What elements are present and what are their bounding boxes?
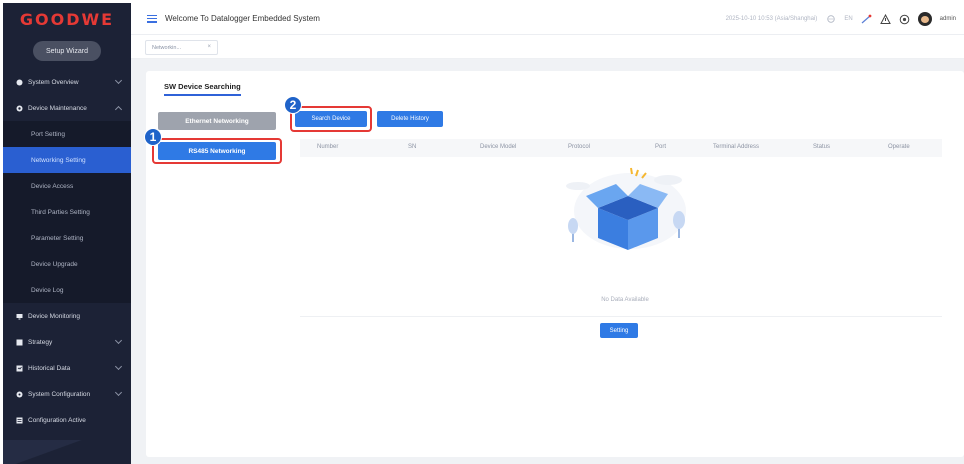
chevron-up-icon [114,105,123,114]
sidebar-item-label: Historical Data [28,364,71,372]
sidebar: GOODWE Setup Wizard System Overview Devi… [3,3,131,464]
sidebar-subitem-device-log[interactable]: Device Log [3,277,131,303]
gear-icon [16,105,23,112]
column-header-sn: SN [408,144,417,150]
language-label[interactable]: EN [844,16,852,22]
sidebar-item-system-overview[interactable]: System Overview [3,69,131,95]
settings-circle-icon[interactable] [899,14,910,25]
sidebar-item-label: Configuration Active [28,416,86,424]
sidebar-subitem-device-upgrade[interactable]: Device Upgrade [3,251,131,277]
sidebar-subitem-third-parties-setting[interactable]: Third Parties Setting [3,199,131,225]
column-header-port: Port [655,144,667,150]
header-right: 2025-10-10 10:53 (Asia/Shanghai) EN admi… [726,3,956,35]
chevron-down-icon [114,362,123,371]
sidebar-item-historical-data[interactable]: Historical Data [3,355,131,381]
step-badge-2: 2 [284,96,302,114]
signal-icon[interactable] [861,14,872,25]
overview-icon [16,79,23,86]
highlight-search [290,106,372,132]
sidebar-item-device-monitoring[interactable]: Device Monitoring [3,303,131,329]
history-icon [16,365,23,372]
sidebar-item-device-maintenance[interactable]: Device Maintenance [3,95,131,121]
sidebar-item-label: Strategy [28,338,53,346]
device-table-header: Number SN Device Model Protocol Port Ter… [300,139,942,157]
menu-toggle-icon[interactable] [147,14,157,23]
divider [300,316,942,317]
column-header-protocol: Protocol [568,144,591,150]
empty-box-illustration [566,167,686,250]
column-header-operate: Operate [888,144,910,150]
sidebar-item-configuration-active[interactable]: Configuration Active [3,407,131,433]
chevron-down-icon [114,336,123,345]
chevron-down-icon [114,388,123,397]
sidebar-subitem-port-setting[interactable]: Port Setting [3,121,131,147]
globe-icon[interactable] [825,14,836,25]
tab-networking[interactable]: Networkin... × [145,40,218,55]
sidebar-item-label: System Overview [28,78,79,86]
welcome-title: Welcome To Datalogger Embedded System [165,14,320,23]
sidebar-item-label: Device Maintenance [28,104,87,112]
chevron-down-icon [114,76,123,85]
delete-history-button[interactable]: Delete History [377,111,443,127]
tab-label: Networkin... [152,44,182,51]
settings-icon [16,391,23,398]
device-maintenance-submenu: Port Setting Networking Setting Device A… [3,121,131,303]
sidebar-item-system-configuration[interactable]: System Configuration [3,381,131,407]
avatar[interactable] [917,12,932,26]
setting-button[interactable]: Setting [600,323,638,338]
sidebar-item-label: Device Monitoring [28,312,81,320]
monitor-icon [16,313,23,320]
sidebar-footer-decoration [3,440,131,464]
column-header-terminal-address: Terminal Address [713,144,760,150]
config-active-icon [16,417,23,424]
column-header-number: Number [317,144,339,150]
sidebar-subitem-networking-setting[interactable]: Networking Setting [3,147,131,173]
goodwe-logo: GOODWE [19,9,115,29]
setup-wizard-button[interactable]: Setup Wizard [33,41,101,61]
strategy-icon [16,339,23,346]
ethernet-networking-button[interactable]: Ethernet Networking [158,112,276,130]
column-header-status: Status [813,144,831,150]
sidebar-subitem-device-access[interactable]: Device Access [3,173,131,199]
sidebar-item-strategy[interactable]: Strategy [3,329,131,355]
top-header: Welcome To Datalogger Embedded System 20… [131,3,964,35]
warning-icon[interactable] [879,13,891,25]
tabs-bar: Networkin... × [131,35,964,59]
column-header-device-model: Device Model [480,144,517,150]
header-datetime: 2025-10-10 10:53 (Asia/Shanghai) [725,16,818,22]
highlight-rs485 [152,138,282,164]
sidebar-item-label: System Configuration [28,390,91,398]
close-icon[interactable]: × [207,44,211,50]
username[interactable]: admin [940,16,956,22]
app-root: GOODWE Setup Wizard System Overview Devi… [0,0,964,464]
empty-state-text: No Data Available [601,297,649,303]
step-badge-1: 1 [144,128,162,146]
page-title: SW Device Searching [164,82,241,96]
sidebar-subitem-parameter-setting[interactable]: Parameter Setting [3,225,131,251]
